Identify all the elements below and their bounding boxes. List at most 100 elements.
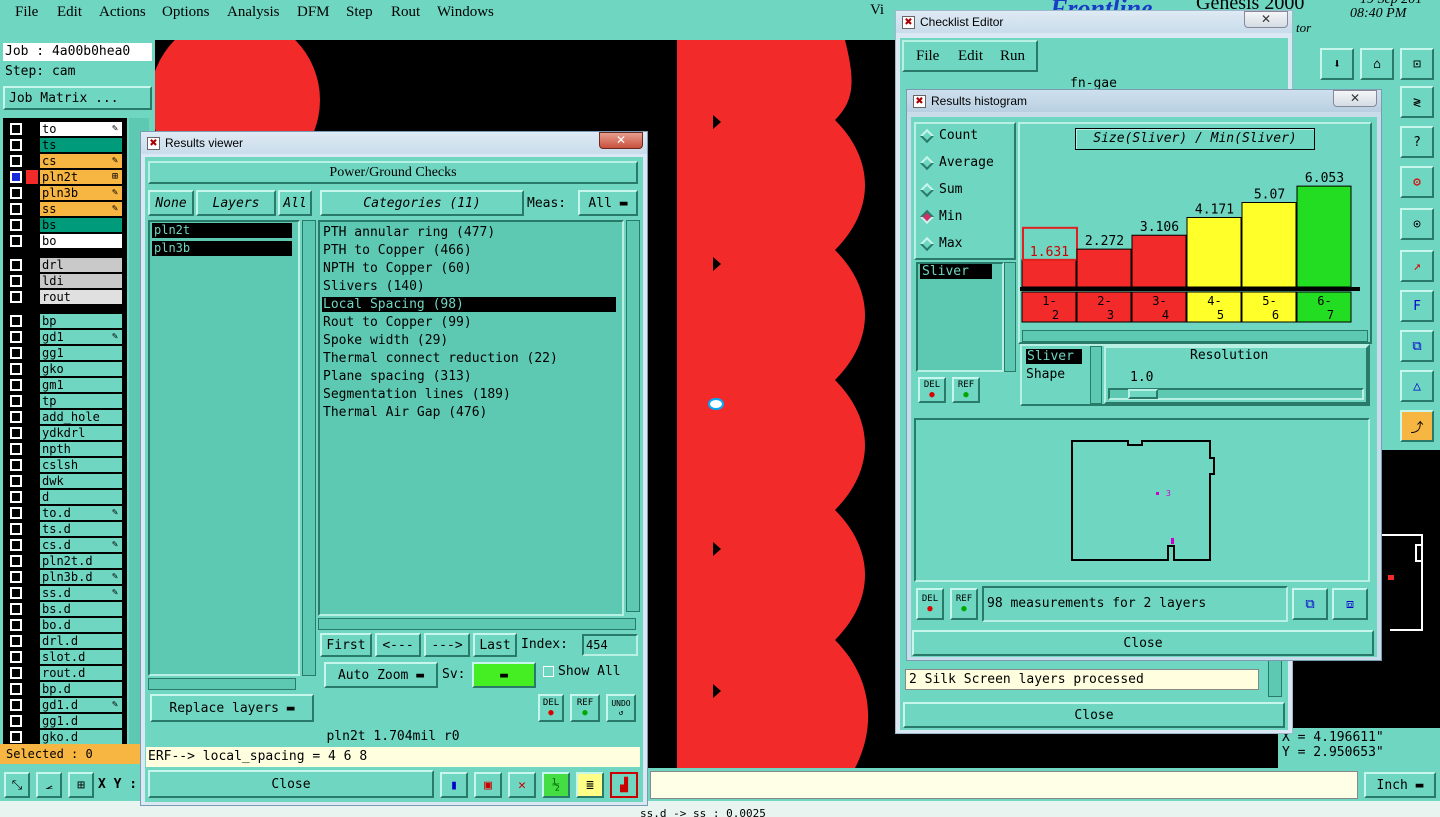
tool-icon-2[interactable]: ≷ <box>1400 86 1434 118</box>
preview-del-button[interactable]: DEL ● <box>916 588 944 620</box>
layer-checkbox[interactable] <box>10 555 22 567</box>
layer-name[interactable]: ss.d <box>40 586 122 600</box>
zoom-home-icon[interactable]: ⧈ <box>1332 588 1368 620</box>
close-icon[interactable]: ✕ <box>1333 90 1377 107</box>
layer-name[interactable]: bs.d <box>40 602 122 616</box>
layer-checkbox[interactable] <box>10 523 22 535</box>
tool-icon-5[interactable]: ↗ <box>1400 250 1434 282</box>
layer-name[interactable]: ts <box>40 138 122 152</box>
window-icon[interactable]: ⊡ <box>1400 48 1434 80</box>
layer-name[interactable]: cs.d <box>40 538 122 552</box>
layer-name[interactable]: gg1 <box>40 346 122 360</box>
layer-checkbox[interactable] <box>10 475 22 487</box>
layer-checkbox[interactable] <box>10 571 22 583</box>
rv-tool-icon-5[interactable]: ≣ <box>576 772 604 798</box>
layer-checkbox[interactable] <box>10 155 22 167</box>
layer-name[interactable]: bo <box>40 234 122 248</box>
histogram-bar[interactable] <box>1241 202 1297 288</box>
layer-name[interactable]: gd1 <box>40 330 122 344</box>
first-button[interactable]: First <box>320 633 372 657</box>
layer-name[interactable]: bp.d <box>40 682 122 696</box>
meas-select[interactable]: All ▬ <box>578 190 638 216</box>
layer-name[interactable]: drl <box>40 258 122 272</box>
layer-name[interactable]: pln3b <box>40 186 122 200</box>
layer-name[interactable]: bs <box>40 218 122 232</box>
menu-file[interactable]: File <box>15 4 38 21</box>
menu-dfm[interactable]: DFM <box>297 4 330 21</box>
results-viewer-titlebar[interactable]: ✖ Results viewer <box>141 132 647 154</box>
layer-checkbox[interactable] <box>10 331 22 343</box>
tool-icon-8[interactable]: △ <box>1400 370 1434 402</box>
layer-checkbox[interactable] <box>10 219 22 231</box>
layer-name[interactable]: ss <box>40 202 122 216</box>
layer-checkbox[interactable] <box>10 699 22 711</box>
layer-checkbox[interactable] <box>10 683 22 695</box>
layer-checkbox[interactable] <box>10 603 22 615</box>
auto-zoom-select[interactable]: Auto Zoom ▬ <box>324 662 438 688</box>
layer-name[interactable]: to.d <box>40 506 122 520</box>
category-item[interactable]: Slivers (140) <box>322 279 616 294</box>
close-icon[interactable]: ✕ <box>599 132 643 149</box>
command-input[interactable] <box>650 771 1358 799</box>
layer-name[interactable]: dwk <box>40 474 122 488</box>
shape-item-sliver[interactable]: Sliver <box>1026 349 1082 364</box>
layer-name[interactable]: rout.d <box>40 666 122 680</box>
layer-checkbox[interactable] <box>10 123 22 135</box>
checklist-menu-edit[interactable]: Edit <box>958 48 983 65</box>
layer-list-hscroll[interactable] <box>148 678 296 690</box>
del-button[interactable]: DEL ● <box>538 694 564 722</box>
layer-name[interactable]: pln3b.d <box>40 570 122 584</box>
layer-list-vscroll[interactable] <box>302 220 316 676</box>
histogram-list-scroll[interactable] <box>1004 262 1016 372</box>
layer-checkbox[interactable] <box>10 715 22 727</box>
show-all-checkbox[interactable] <box>543 666 554 677</box>
layer-checkbox[interactable] <box>10 587 22 599</box>
layer-result-item[interactable]: pln2t <box>152 223 292 238</box>
layer-checkbox[interactable] <box>10 379 22 391</box>
checklist-editor-titlebar[interactable]: ✖ Checklist Editor <box>896 11 1292 33</box>
layer-checkbox[interactable] <box>10 635 22 647</box>
chart-hscroll[interactable] <box>1022 330 1368 342</box>
layer-name[interactable]: gd1.d <box>40 698 122 712</box>
layers-button[interactable]: Layers <box>196 190 276 216</box>
category-item[interactable]: Rout to Copper (99) <box>322 315 616 330</box>
layer-checkbox[interactable] <box>10 731 22 743</box>
prev-button[interactable]: <--- <box>375 633 421 657</box>
menu-edit[interactable]: Edit <box>57 4 82 21</box>
layer-checkbox[interactable] <box>10 411 22 423</box>
layer-name[interactable]: pln2t.d <box>40 554 122 568</box>
undo-button[interactable]: UNDO ↺ <box>606 694 636 722</box>
category-item[interactable]: Plane spacing (313) <box>322 369 616 384</box>
layer-name[interactable]: bp <box>40 314 122 328</box>
checklist-menu-run[interactable]: Run <box>1000 48 1025 65</box>
layer-checkbox[interactable] <box>10 651 22 663</box>
histogram-bar[interactable] <box>1186 216 1242 288</box>
shape-scroll[interactable] <box>1090 346 1102 404</box>
layer-checkbox[interactable] <box>10 171 22 183</box>
close-icon[interactable]: ✕ <box>1244 11 1288 28</box>
rv-tool-icon-1[interactable]: ▮ <box>440 772 468 798</box>
last-button[interactable]: Last <box>473 633 517 657</box>
sv-color-select[interactable]: ▬ <box>472 662 536 688</box>
categories-vscroll[interactable] <box>626 220 640 612</box>
category-item[interactable]: Segmentation lines (189) <box>322 387 616 402</box>
layer-checkbox[interactable] <box>10 427 22 439</box>
shape-item-shape[interactable]: Shape <box>1026 367 1065 382</box>
tool-icon-1[interactable]: ⬇ <box>1320 48 1354 80</box>
next-button[interactable]: ---> <box>424 633 470 657</box>
layer-name[interactable]: pln2t <box>40 170 122 184</box>
categories-button[interactable]: Categories (11) <box>320 190 524 216</box>
layer-checkbox[interactable] <box>10 443 22 455</box>
histogram-bar[interactable] <box>1131 234 1187 288</box>
tool-icon-6[interactable]: F <box>1400 290 1434 322</box>
layer-checkbox[interactable] <box>10 667 22 679</box>
layer-result-item[interactable]: pln3b <box>152 241 292 256</box>
histogram-list-item[interactable]: Sliver <box>920 264 992 279</box>
layer-name[interactable]: ts.d <box>40 522 122 536</box>
category-item[interactable]: PTH to Copper (466) <box>322 243 616 258</box>
hist-del-button[interactable]: DEL ● <box>918 377 946 403</box>
histogram-bar[interactable] <box>1296 185 1352 288</box>
layer-checkbox[interactable] <box>10 539 22 551</box>
menu-analysis[interactable]: Analysis <box>227 4 280 21</box>
tool-icon-4[interactable]: ⊙ <box>1400 208 1434 240</box>
